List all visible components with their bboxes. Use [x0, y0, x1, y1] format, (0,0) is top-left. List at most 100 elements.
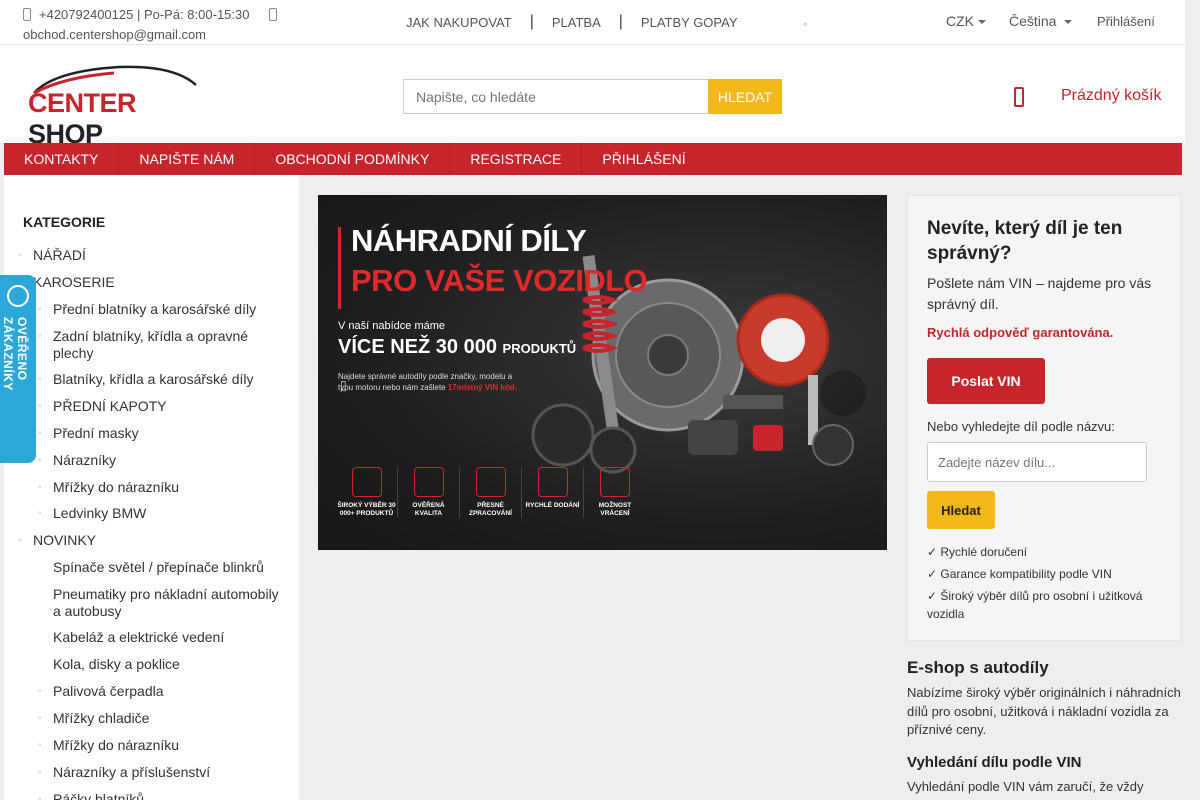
- category-item[interactable]: Kabeláž a elektrické vedení: [4, 629, 299, 646]
- bullet-icon: ◦: [38, 401, 42, 412]
- main-nav: KONTAKTY NAPIŠTE NÁM OBCHODNÍ PODMÍNKY R…: [4, 143, 1182, 175]
- chevron-down-icon: [978, 20, 986, 24]
- link-platby-gopay[interactable]: PLATBY GOPAY: [641, 15, 738, 30]
- category-item[interactable]: ◦ Přední masky: [4, 425, 299, 442]
- category-item[interactable]: ◦ NÁŘADÍ: [4, 247, 299, 264]
- top-bar: +420792400125 | Po-Pá: 8:00-15:30 obchod…: [0, 0, 1185, 45]
- currency-value: CZK: [946, 13, 974, 29]
- nav-kontakty[interactable]: KONTAKTY: [4, 143, 120, 175]
- bullet-icon: ◦: [38, 508, 42, 519]
- currency-select[interactable]: CZK: [946, 13, 986, 29]
- feature-fast-delivery: RYCHLÉ DODÁNÍ: [522, 467, 584, 518]
- site-logo[interactable]: CENTER SHOP: [24, 63, 204, 149]
- bullet-icon: ◦: [38, 686, 42, 697]
- category-item[interactable]: ◦ Palivová čerpadla: [4, 683, 299, 700]
- cart-icon[interactable]: [1014, 87, 1024, 107]
- bullet-icon: ◦: [38, 331, 42, 342]
- vin-guarantee: Rychlá odpověď garantována.: [927, 325, 1114, 340]
- feature-returns: MOŽNOST VRÁCENÍ: [584, 467, 646, 518]
- category-sidebar: KATEGORIE ◦NÁŘADÍ ◦KAROSERIE ◦Přední bla…: [4, 175, 299, 800]
- phone-icon: [23, 8, 31, 21]
- feature-item: ✓ Rychlé doručení: [927, 545, 1028, 559]
- banner-sub-line1: V naší nabídce máme: [338, 320, 446, 332]
- category-item[interactable]: ◦ Přední blatníky a karosářské díly: [4, 301, 299, 318]
- banner-sub-line2: VÍCE NEŽ 30 000 PRODUKTŮ: [338, 336, 577, 358]
- category-item[interactable]: ◦ PŘEDNÍ KAPOTY: [4, 398, 299, 415]
- language-value: Čeština: [1009, 13, 1057, 29]
- category-item[interactable]: ◦ Ledvinky BMW: [4, 505, 299, 522]
- separator: |: [529, 13, 534, 30]
- phone-hours: +420792400125 | Po-Pá: 8:00-15:30: [39, 7, 250, 22]
- category-item[interactable]: ◦ Nárazníky a příslušenství: [4, 764, 299, 781]
- vin-help-box: Nevíte, který díl je ten správný? Pošlet…: [907, 195, 1181, 641]
- vin-search-text: Vyhledání podle VIN vám zaručí, že vždy: [907, 779, 1144, 794]
- top-links: JAK NAKUPOVAT | PLATBA | PLATBY GOPAY ▫: [406, 13, 807, 31]
- verified-badge[interactable]: OVĚŘENO ZÁKAZNÍKY: [0, 275, 36, 463]
- send-vin-button[interactable]: Poslat VIN: [927, 358, 1045, 404]
- magnifier-icon: [351, 467, 382, 497]
- bullet-icon: ◦: [38, 482, 42, 493]
- slider-next-button[interactable]: [820, 370, 866, 416]
- nav-prihlaseni[interactable]: PŘIHLÁŠENÍ: [582, 143, 705, 175]
- bullet-icon: ◦: [38, 794, 42, 800]
- box-icon: [600, 467, 630, 497]
- category-list: ◦NÁŘADÍ ◦KAROSERIE ◦Přední blatníky a ka…: [4, 247, 299, 800]
- search-by-name-label: Nebo vyhledejte díl podle názvu:: [927, 419, 1115, 434]
- category-item[interactable]: ◦ Mřížky chladiče: [4, 710, 299, 727]
- banner-accent-bar: [338, 227, 341, 309]
- bullet-icon: ◦: [38, 713, 42, 724]
- category-item[interactable]: ◦ Mřížky do nárazníku: [4, 479, 299, 496]
- search-button[interactable]: HLEDAT: [708, 79, 782, 114]
- feature-item: ✓ Garance kompatibility podle VIN: [927, 567, 1112, 581]
- link-jak-nakupovat[interactable]: JAK NAKUPOVAT: [406, 15, 512, 30]
- category-item[interactable]: Pneumatiky pro nákladní automobily a aut…: [4, 586, 299, 620]
- nav-registrace[interactable]: REGISTRACE: [450, 143, 583, 175]
- bullet-icon: ◦: [38, 374, 42, 385]
- verified-seal-icon: [7, 285, 29, 307]
- login-link[interactable]: Přihlášení: [1097, 14, 1155, 29]
- category-item[interactable]: ◦ Blatníky, křídla a karosářské díly: [4, 371, 299, 388]
- slider-prev-arrow-icon[interactable]: ▯: [340, 378, 370, 400]
- category-item[interactable]: ◦ Zadní blatníky, křídla a opravné plechy: [4, 328, 299, 362]
- feature-precise: PŘESNÉ ZPRACOVÁNÍ: [460, 467, 522, 518]
- banner-title-line1: NÁHRADNÍ DÍLY: [351, 223, 587, 258]
- category-item[interactable]: ◦ NOVINKY: [4, 532, 299, 549]
- badge-text: OVĚŘENO ZÁKAZNÍKY: [1, 317, 29, 391]
- header: CENTER SHOP HLEDAT Prázdný košík: [0, 45, 1185, 149]
- eshop-text: Nabízíme široký výběr originálních i náh…: [907, 685, 1181, 737]
- contact-info: +420792400125 | Po-Pá: 8:00-15:30 obchod…: [23, 5, 303, 45]
- category-title: KATEGORIE: [23, 214, 106, 230]
- cog-icon: ▫: [803, 19, 807, 29]
- feature-quality: OVĚŘENÁ KVALITA: [398, 467, 460, 518]
- bullet-icon: ◦: [38, 455, 42, 466]
- separator: |: [618, 13, 623, 30]
- category-item[interactable]: ◦ Mřížky do nárazníku: [4, 737, 299, 754]
- vin-search-title: Vyhledání dílu podle VIN: [907, 754, 1082, 771]
- truck-icon: [537, 467, 568, 497]
- category-item[interactable]: Kola, disky a poklice: [4, 656, 299, 673]
- bullet-icon: ◦: [38, 767, 42, 778]
- language-select[interactable]: Čeština: [1009, 13, 1073, 29]
- bullet-icon: ◦: [38, 428, 42, 439]
- envelope-icon: [269, 8, 278, 21]
- category-item[interactable]: ◦ Nárazníky: [4, 452, 299, 469]
- part-search-button[interactable]: Hledat: [927, 491, 995, 529]
- banner-features: ŠIROKÝ VÝBĚR 30 000+ PRODUKTŮ OVĚŘENÁ KV…: [336, 467, 646, 518]
- cart-label[interactable]: Prázdný košík: [1061, 87, 1161, 105]
- promo-banner[interactable]: NÁHRADNÍ DÍLY PRO VAŠE VOZIDLO V naší na…: [318, 195, 887, 550]
- nav-obchodni-podminky[interactable]: OBCHODNÍ PODMÍNKY: [255, 143, 451, 175]
- category-item[interactable]: ◦ Páčky blatníků: [4, 791, 299, 800]
- part-name-input[interactable]: [927, 442, 1147, 482]
- category-item[interactable]: Spínače světel / přepínače blinkrů: [4, 559, 299, 576]
- bullet-icon: ◦: [38, 740, 42, 751]
- search-input[interactable]: [403, 79, 709, 114]
- vin-title: Nevíte, který díl je ten správný?: [927, 218, 1123, 264]
- eshop-title: E-shop s autodíly: [907, 658, 1049, 677]
- shield-check-icon: [413, 467, 444, 497]
- category-item[interactable]: ◦KAROSERIE: [4, 274, 299, 291]
- email-link[interactable]: obchod.centershop@gmail.com: [23, 27, 206, 42]
- link-platba[interactable]: PLATBA: [552, 15, 601, 30]
- nav-napiste-nam[interactable]: NAPIŠTE NÁM: [119, 143, 256, 175]
- feature-wide-selection: ŠIROKÝ VÝBĚR 30 000+ PRODUKTŮ: [336, 467, 398, 518]
- logo-text: CENTER SHOP: [28, 88, 137, 149]
